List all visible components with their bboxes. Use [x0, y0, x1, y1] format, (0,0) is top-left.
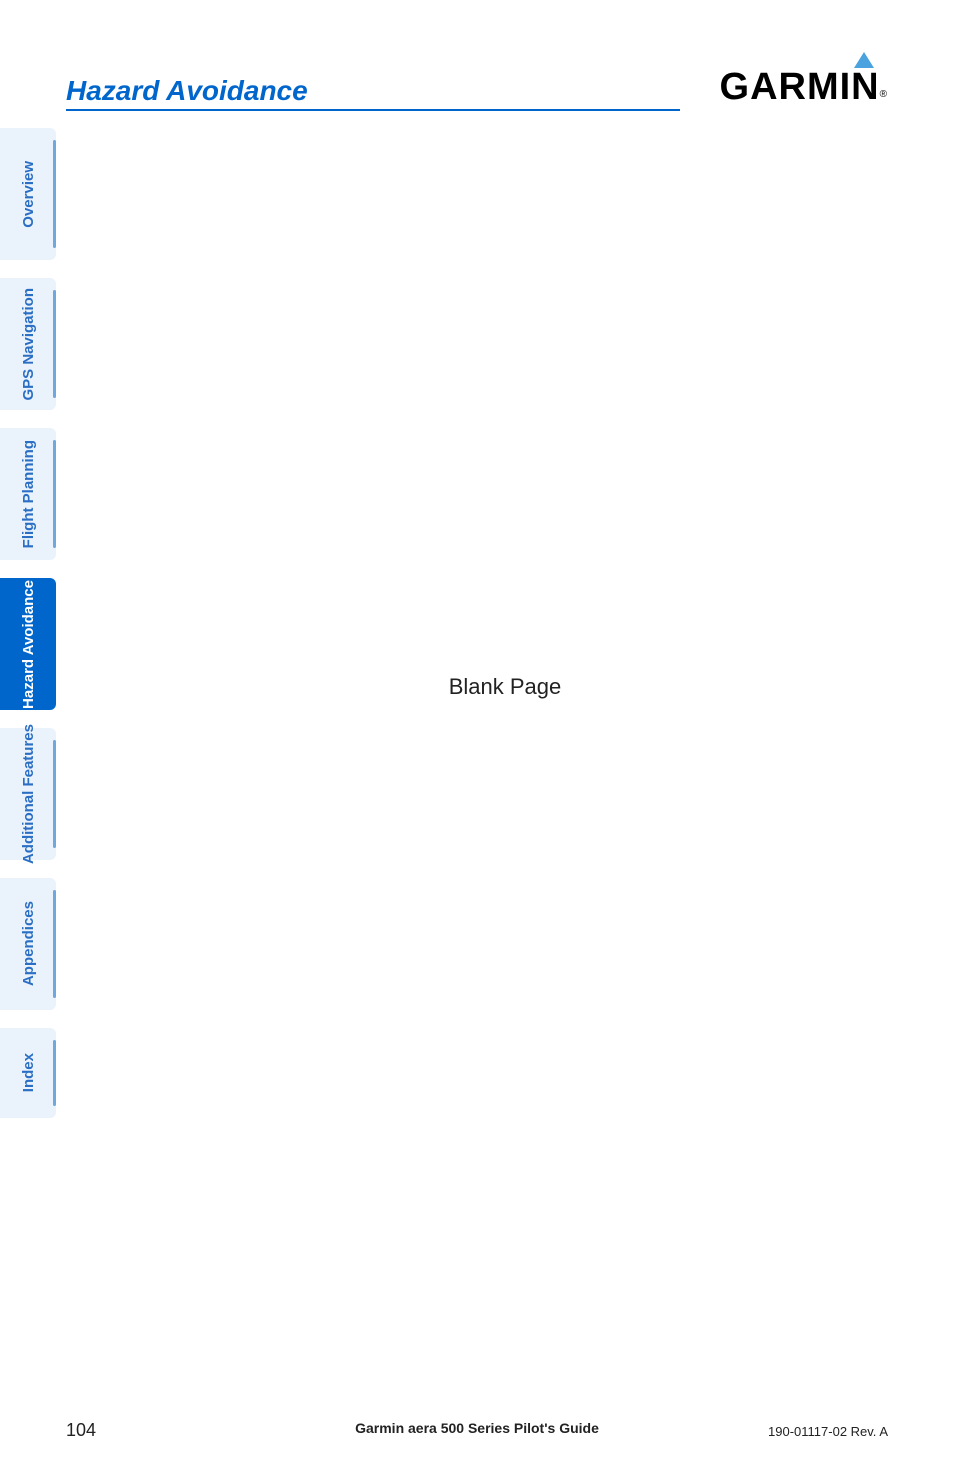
- section-title: Hazard Avoidance: [66, 75, 680, 111]
- tab-label: Index: [20, 1053, 37, 1092]
- side-tabs: Overview GPS Navigation Flight Planning …: [0, 128, 56, 1136]
- registered-mark: ®: [880, 89, 888, 100]
- tab-appendices[interactable]: Appendices: [0, 878, 56, 1010]
- tab-label: Hazard Avoidance: [20, 580, 37, 709]
- tab-additional-features[interactable]: Additional Features: [0, 728, 56, 860]
- page-footer: 104 Garmin aera 500 Series Pilot's Guide…: [66, 1420, 888, 1441]
- blank-page-text: Blank Page: [449, 674, 562, 700]
- tab-gps-navigation[interactable]: GPS Navigation: [0, 278, 56, 410]
- tab-flight-planning[interactable]: Flight Planning: [0, 428, 56, 560]
- tab-label: Flight Planning: [20, 440, 37, 548]
- tab-overview[interactable]: Overview: [0, 128, 56, 260]
- page-content: Blank Page: [56, 128, 954, 1395]
- tab-label: Additional Features: [20, 724, 37, 864]
- brand-logo: GARMIN®: [720, 52, 888, 111]
- page-header: Hazard Avoidance GARMIN®: [66, 52, 888, 111]
- tab-hazard-avoidance[interactable]: Hazard Avoidance: [0, 578, 56, 710]
- page-number: 104: [66, 1420, 96, 1441]
- tab-label: GPS Navigation: [20, 288, 37, 401]
- footer-revision: 190-01117-02 Rev. A: [768, 1424, 888, 1439]
- tab-label: Appendices: [20, 901, 37, 986]
- footer-title: Garmin aera 500 Series Pilot's Guide: [355, 1420, 599, 1436]
- tab-index[interactable]: Index: [0, 1028, 56, 1118]
- tab-label: Overview: [20, 161, 37, 228]
- brand-name: GARMIN®: [720, 66, 888, 109]
